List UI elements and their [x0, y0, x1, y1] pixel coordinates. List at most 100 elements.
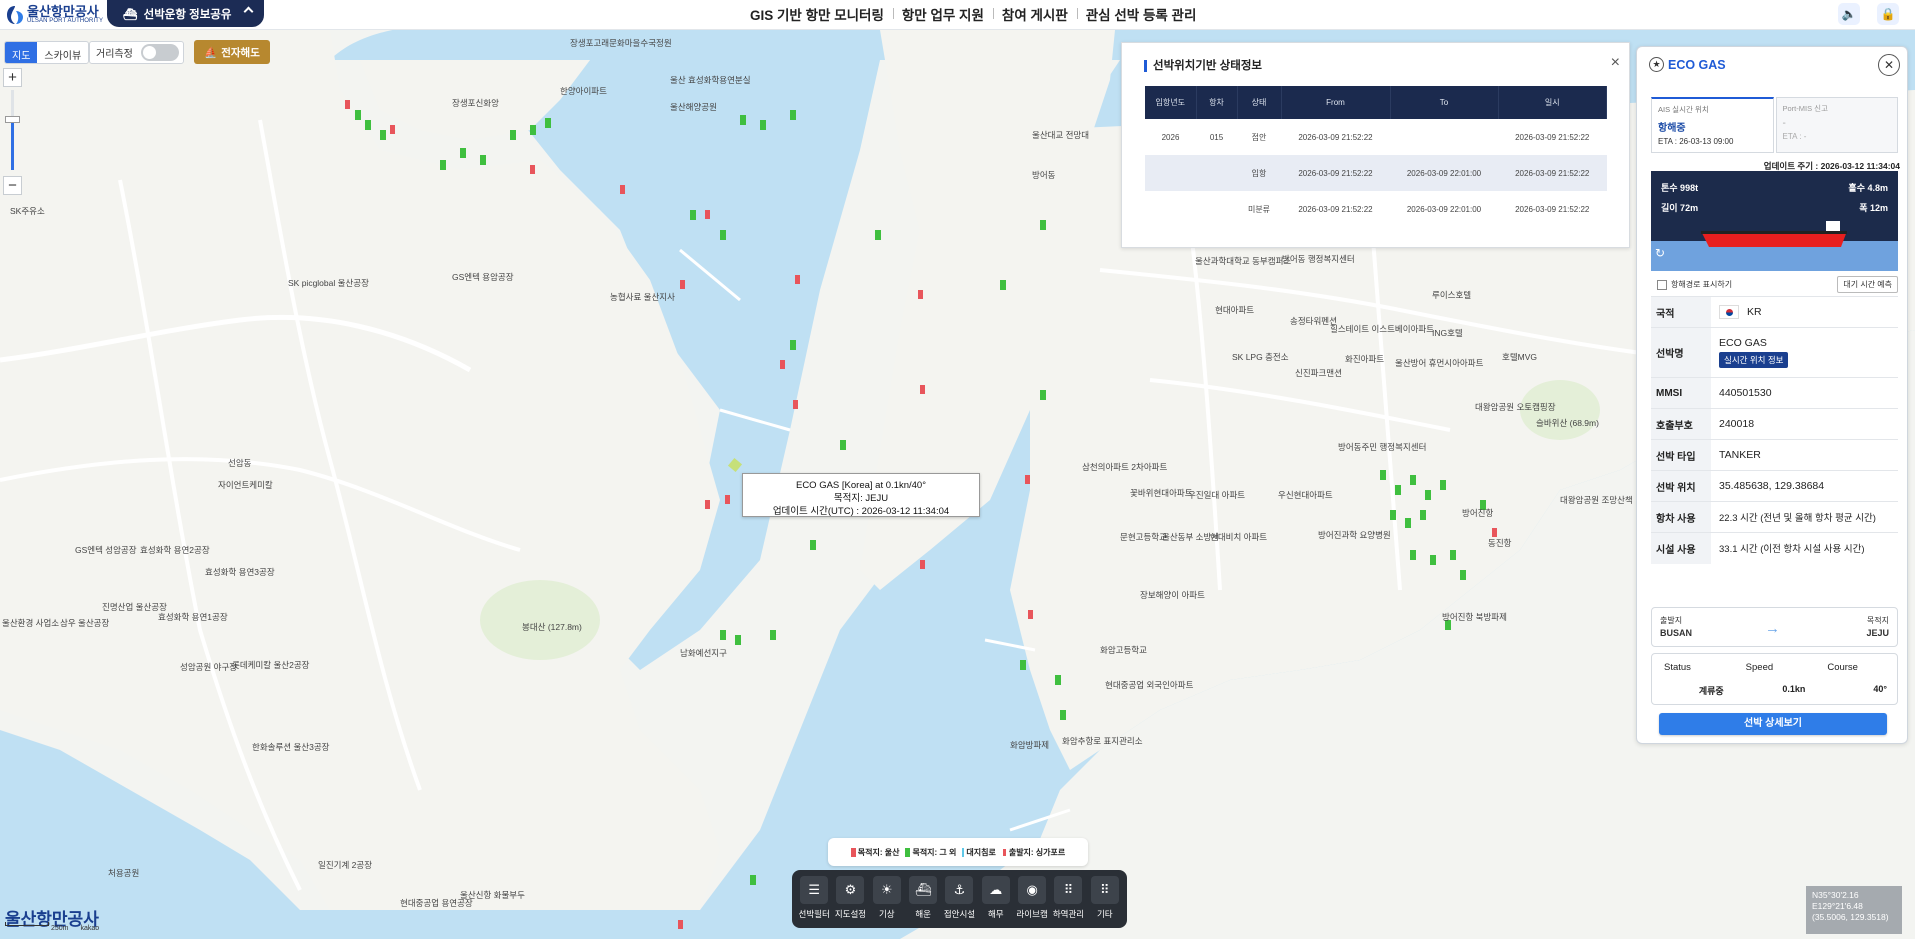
nav-gis-monitoring[interactable]: GIS 기반 항만 모니터링 — [741, 4, 893, 24]
table-cell — [1196, 191, 1237, 227]
table-cell: 015 — [1209, 132, 1224, 142]
info-value: KR — [1747, 305, 1762, 318]
motion-course: Course 40° — [1815, 654, 1897, 704]
ship-info-share-button[interactable]: ⛴ 선박운항 정보공유 — [107, 0, 264, 27]
map-label: GS엔텍 성암공장 — [75, 545, 137, 555]
close-icon[interactable]: ✕ — [1878, 54, 1900, 76]
tool-weather[interactable]: ☀ 기상 — [869, 876, 905, 928]
info-row: 시설 사용 33.1 시간 (이전 항차 시설 사용 시간) — [1651, 532, 1898, 564]
distance-measure: 거리측정 — [89, 41, 184, 64]
table-cell — [1145, 191, 1196, 227]
ship-draft: 흘수 4.8m — [1848, 183, 1888, 193]
map-label: 방어진과학 요양병원 — [1318, 530, 1391, 540]
broadcast-icon: ◉ — [1018, 876, 1047, 904]
tool-berth[interactable]: ⚓ 접안시설 — [941, 876, 977, 928]
nav-watch-ships[interactable]: 관심 선박 등록 관리 — [1076, 4, 1206, 24]
table-cell: 2026-03-09 22:01:00 — [1406, 204, 1482, 214]
tool-shipping[interactable]: ⛴ 해운 — [905, 876, 941, 928]
route-toggle-label: 항해경로 표시하기 — [1671, 280, 1733, 289]
info-key: 선박 위치 — [1651, 470, 1711, 502]
speaker-icon[interactable]: 🔈 — [1838, 3, 1860, 25]
tool-map-settings[interactable]: ⚙ 지도설정 — [832, 876, 868, 928]
tab-port-mis[interactable]: Port-MIS 신고 - ETA : - — [1775, 97, 1898, 153]
tool-fog[interactable]: ☁ 해무 — [978, 876, 1014, 928]
map-label: 효성화학 용연3공장 — [205, 567, 275, 577]
table-row[interactable]: 입항 2026-03-09 21:52:22 2026-03-09 22:01:… — [1145, 155, 1607, 191]
info-row: 호출부호 240018 — [1651, 408, 1898, 440]
info-key: MMSI — [1651, 377, 1711, 409]
route-display-row: 항해경로 표시하기 대기 시간 예측 — [1657, 276, 1898, 293]
map-label: 울산신항 화물부두 — [460, 890, 525, 900]
logo[interactable]: 울산항만공사 ULSAN PORT AUTHORITY — [6, 2, 103, 28]
eta: ETA : - — [1782, 132, 1807, 141]
tab-ais[interactable]: AIS 실시간 위치 항해중 ETA : 26-03-13 09:00 — [1651, 97, 1774, 153]
zoom-slider[interactable] — [11, 90, 14, 170]
map-label: ING호텔 — [1432, 328, 1463, 338]
scale-bar — [5, 922, 49, 926]
nav-port-support[interactable]: 항만 업무 지원 — [892, 4, 993, 24]
map-label: 현대아파트 — [1215, 305, 1255, 315]
ship-icon: ⛴ — [123, 8, 138, 21]
top-bar: 울산항만공사 ULSAN PORT AUTHORITY ⛴ 선박운항 정보공유 … — [0, 0, 1915, 30]
table-row[interactable]: 미분류 2026-03-09 21:52:22 2026-03-09 22:01… — [1145, 191, 1607, 227]
tool-livecam[interactable]: ◉ 라이브캠 — [1014, 876, 1050, 928]
map-label: 울산과학대학교 동부캠퍼스 — [1195, 256, 1292, 266]
main-nav: GIS 기반 항만 모니터링 항만 업무 지원 참여 게시판 관심 선박 등록 … — [741, 0, 1205, 27]
heading-arrow-icon — [962, 847, 965, 857]
tool-etc[interactable]: ⠿ 기타 — [1087, 876, 1123, 928]
map-label: 울산대교 전망대 — [1032, 130, 1090, 140]
map-label: 루이스호텔 — [1432, 290, 1472, 300]
motion-speed: Speed 0.1kn — [1734, 654, 1816, 704]
map-label: 화암고등학교 — [1100, 645, 1147, 655]
info-value: 22.3 시간 (전년 및 올해 항차 평균 시간) — [1711, 501, 1898, 533]
map-label: 울산 효성화학용연분실 — [670, 75, 751, 85]
map-label: SK picglobal 울산공장 — [288, 278, 369, 288]
share-label: 선박운항 정보공유 — [143, 8, 232, 21]
ship-dimensions: 톤수 998t 흘수 4.8m 길이 72m 폭 12m ↻ — [1651, 171, 1898, 271]
red-ship-icon — [850, 847, 856, 857]
motion-value: 40° — [1873, 684, 1888, 694]
table-row[interactable]: 2026 015 접안 2026-03-09 21:52:22 2026-03-… — [1145, 119, 1607, 155]
map-label: 우진일대 아파트 — [1188, 490, 1246, 500]
app: 울산항만공사 ULSAN PORT AUTHORITY ⛴ 선박운항 정보공유 … — [0, 0, 1915, 939]
map-label: 방어진항 북방파제 — [1442, 612, 1507, 622]
refresh-icon[interactable]: ↻ — [1655, 246, 1665, 260]
zoom-in-button[interactable]: + — [3, 68, 22, 87]
ship-detail-button[interactable]: 선박 상세보기 — [1659, 713, 1887, 735]
map-type-map[interactable]: 지도 — [5, 42, 38, 63]
tool-ship-filter[interactable]: ☰ 선박필터 — [796, 876, 832, 928]
tool-cargo[interactable]: ⠿ 하역관리 — [1050, 876, 1086, 928]
lock-icon[interactable]: 🔒 — [1877, 3, 1899, 25]
map-label: 슬바위산 (68.9m) — [1536, 418, 1599, 428]
cloud-icon: ☁ — [981, 876, 1010, 904]
realtime-location-badge[interactable]: 실시간 위치 정보 — [1719, 352, 1789, 368]
info-key: 선박 타입 — [1651, 439, 1711, 471]
zoom-handle[interactable] — [5, 116, 20, 123]
table-cell: 2026-03-09 21:52:22 — [1515, 132, 1590, 142]
status-popup-title: 선박위치기반 상태정보 — [1144, 60, 1262, 72]
scale-brand: kakao — [80, 925, 100, 932]
column-header: 입항년도 — [1145, 86, 1197, 119]
zoom-out-button[interactable]: − — [3, 176, 22, 195]
close-icon[interactable]: × — [1611, 55, 1620, 71]
coord-decimal: (35.5006, 129.3518) — [1812, 912, 1889, 922]
map-legend: 목적지: 울산 목적지: 그 외 대지침로 출발지: 싱가포르 — [828, 838, 1088, 866]
table-cell: 2026-03-09 21:52:22 — [1515, 204, 1590, 214]
map-label: 처용공원 — [108, 868, 140, 878]
map-label: 한양아이파트 — [560, 86, 607, 96]
map-label: 울산환경 사업소 — [2, 618, 60, 628]
table-cell: 2026-03-09 22:01:00 — [1390, 155, 1498, 191]
info-row: 선박명 ECO GAS 실시간 위치 정보 — [1651, 327, 1898, 378]
distance-toggle[interactable] — [140, 44, 179, 61]
route-checkbox[interactable] — [1657, 279, 1667, 290]
map-type-skyview[interactable]: 스카이뷰 — [37, 42, 88, 63]
wait-time-button[interactable]: 대기 시간 예측 — [1837, 276, 1898, 293]
tooltip-line: 목적지: JEJU — [833, 493, 889, 504]
enc-chart-button[interactable]: ⛵ 전자해도 — [194, 40, 270, 64]
info-row: 선박 타입 TANKER — [1651, 439, 1898, 471]
map-label: GS엔텍 용암공장 — [452, 272, 514, 282]
nav-board[interactable]: 참여 게시판 — [992, 4, 1077, 24]
from-label: 출발지 — [1660, 616, 1683, 625]
star-icon[interactable]: ★ — [1649, 57, 1664, 72]
table-cell: 입항 — [1237, 155, 1281, 191]
